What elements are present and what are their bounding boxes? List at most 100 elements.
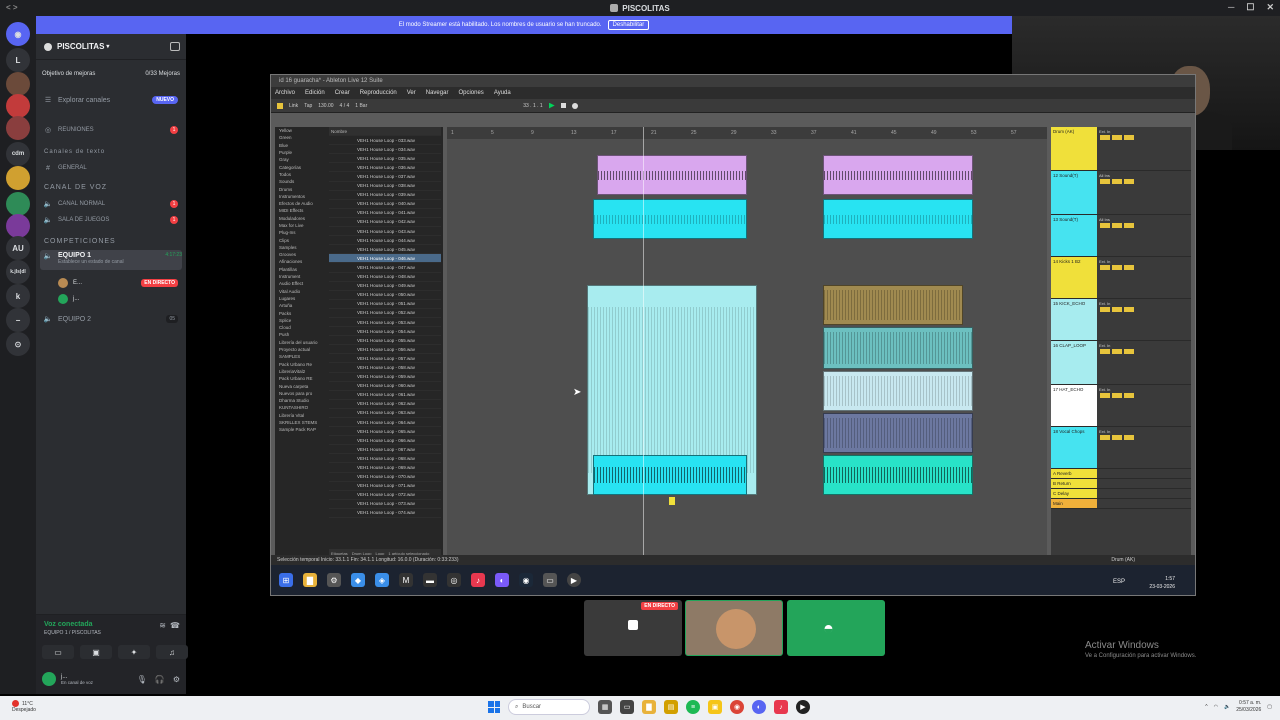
file-list-item[interactable]: VEH1 House Loop - 067.wav xyxy=(329,445,441,455)
files-column-header[interactable]: Nombre xyxy=(329,127,441,137)
track-toggle-button[interactable] xyxy=(1124,307,1134,312)
windows-start-icon[interactable]: ⊞ xyxy=(279,573,293,587)
live-icon[interactable]: ▬ xyxy=(423,573,437,587)
server-kjlsdl[interactable]: k.jls|dl xyxy=(6,260,30,284)
mixer-track[interactable]: Drum (AK) Ext. In xyxy=(1051,127,1191,171)
discord-home-icon[interactable]: ◉ xyxy=(6,22,30,46)
file-list-item[interactable]: VEH1 House Loop - 033.wav xyxy=(329,136,441,146)
browser-place-item[interactable]: Efectos de Audio xyxy=(275,200,327,207)
time-signature[interactable]: 4 / 4 xyxy=(340,103,350,109)
menu-reproduccion[interactable]: Reproducción xyxy=(360,90,397,96)
volume-icon[interactable]: 🔈 xyxy=(1224,704,1230,710)
widgets-icon[interactable]: ▦ xyxy=(598,700,612,714)
audio-clip[interactable] xyxy=(823,413,973,453)
return-track[interactable]: C Delay xyxy=(1051,489,1191,499)
disable-streamer-button[interactable]: Deshabilitar xyxy=(607,20,650,30)
voice-channel-path[interactable]: EQUIPO 1 / PISCOLITAS xyxy=(44,630,101,636)
input-routing[interactable]: Ext. In xyxy=(1099,429,1110,434)
return-track[interactable]: Main xyxy=(1051,499,1191,509)
settings-icon[interactable]: ⚙ xyxy=(173,675,180,684)
m-icon[interactable]: M xyxy=(399,573,413,587)
menu-crear[interactable]: Crear xyxy=(335,90,350,96)
headphones-icon[interactable]: 🎧 xyxy=(155,675,165,684)
nav-arrows[interactable]: < > xyxy=(6,3,18,12)
browser-place-item[interactable]: Yellow xyxy=(275,127,327,134)
music-app-icon[interactable]: ♪ xyxy=(471,573,485,587)
file-list-item[interactable]: VEH1 House Loop - 057.wav xyxy=(329,354,441,364)
file-list-item[interactable]: VEH1 House Loop - 069.wav xyxy=(329,463,441,473)
track-toggle-button[interactable] xyxy=(1112,435,1122,440)
file-list-item[interactable]: VEH1 House Loop - 050.wav xyxy=(329,291,441,300)
mixer-track[interactable]: 15 KICK_ECHO Ext. In xyxy=(1051,299,1191,341)
menu-edicion[interactable]: Edición xyxy=(305,90,325,96)
steam-icon[interactable]: ◉ xyxy=(519,573,533,587)
browser-place-item[interactable]: Categorías xyxy=(275,163,327,170)
browser-place-item[interactable]: Gray xyxy=(275,156,327,163)
link-button[interactable]: Link xyxy=(289,103,298,109)
voice-member[interactable]: E... EN DIRECTO xyxy=(58,277,178,289)
tap-button[interactable]: Tap xyxy=(304,103,312,109)
mixer-track[interactable]: 13 Sound(T) All Ins xyxy=(1051,215,1191,257)
track-toggle-button[interactable] xyxy=(1100,265,1110,270)
track-toggle-button[interactable] xyxy=(1112,307,1122,312)
track-name[interactable]: 16 CLAP_LOOP xyxy=(1051,341,1097,384)
track-toggle-button[interactable] xyxy=(1100,435,1110,440)
minimize-icon[interactable]: ─ xyxy=(1228,2,1234,13)
music-app-icon[interactable]: ♪ xyxy=(774,700,788,714)
file-list-item[interactable]: VEH1 House Loop - 070.wav xyxy=(329,473,441,482)
input-routing[interactable]: Ext. In xyxy=(1099,343,1110,348)
shared-screen-ableton[interactable]: id 16 guaracha* - Ableton Live 12 Suite … xyxy=(270,74,1196,596)
input-routing[interactable]: Ext. In xyxy=(1099,129,1110,134)
browser-place-item[interactable]: Clips xyxy=(275,236,327,243)
server-avatar-1[interactable] xyxy=(6,72,30,96)
menu-ayuda[interactable]: Ayuda xyxy=(494,90,511,96)
channel-sala-juegos[interactable]: 🔈 SALA DE JUEGOS 1 xyxy=(44,214,178,226)
boost-goal[interactable]: Objetivo de mejoras 0/33 Mejoras xyxy=(42,67,180,81)
close-icon[interactable]: ✕ xyxy=(1266,2,1274,13)
browser-place-item[interactable]: Proyecto actual xyxy=(275,346,327,353)
server-header[interactable]: PISCOLITAS ▾ xyxy=(36,34,186,60)
file-list-item[interactable]: VEH1 House Loop - 042.wav xyxy=(329,218,441,228)
browser-place-item[interactable]: Samples xyxy=(275,244,327,251)
chrome-icon[interactable]: ◉ xyxy=(730,700,744,714)
return-track[interactable]: B Return xyxy=(1051,479,1191,489)
quantize-menu[interactable]: 1 Bar xyxy=(355,103,367,109)
audio-clip[interactable] xyxy=(823,371,973,411)
server-avatar-6[interactable] xyxy=(6,214,30,238)
track-toggle-button[interactable] xyxy=(1124,223,1134,228)
notification-icon[interactable]: ▢ xyxy=(1267,704,1272,710)
arrangement-view[interactable]: 1 5 9 13 17 21 25 29 33 37 41 45 49 53 57 ➤ xyxy=(447,127,1047,557)
discord-icon[interactable]: ◐ xyxy=(495,573,509,587)
bpm-field[interactable]: 130.00 xyxy=(318,103,333,109)
browser-place-item[interactable]: SKRILLEX STEMS xyxy=(275,419,327,426)
folder-icon[interactable]: ▇ xyxy=(642,700,656,714)
tray-chevron-icon[interactable]: ^ xyxy=(1205,704,1207,710)
file-list-item[interactable]: VEH1 House Loop - 049.wav xyxy=(329,282,441,291)
invite-icon[interactable] xyxy=(170,42,180,51)
track-name[interactable]: 13 Sound(T) xyxy=(1051,215,1097,256)
metronome-icon[interactable] xyxy=(277,102,283,109)
audio-clip[interactable] xyxy=(823,285,963,325)
folder-icon[interactable]: ▇ xyxy=(303,573,317,587)
menu-ver[interactable]: Ver xyxy=(407,90,416,96)
track-toggle-button[interactable] xyxy=(1112,393,1122,398)
track-toggle-button[interactable] xyxy=(1124,265,1134,270)
activities-button[interactable]: ✦ xyxy=(118,645,150,659)
mixer-track[interactable]: 18 Vocal Chops Ext. In xyxy=(1051,427,1191,469)
browser-place-item[interactable]: Artuña xyxy=(275,302,327,309)
file-list-item[interactable]: VEH1 House Loop - 074.wav xyxy=(329,509,441,519)
input-routing[interactable]: Ext. In xyxy=(1099,387,1110,392)
file-list-item[interactable]: VEH1 House Loop - 037.wav xyxy=(329,172,441,182)
browser-place-item[interactable]: Instrumentos xyxy=(275,193,327,200)
mixer-track[interactable]: 17 HAT_ECHO Ext. In xyxy=(1051,385,1191,427)
file-list-item[interactable]: VEH1 House Loop - 073.wav xyxy=(329,500,441,509)
input-routing[interactable]: All Ins xyxy=(1099,173,1110,178)
media-player-icon[interactable]: ▶ xyxy=(567,573,581,587)
file-list-item[interactable]: VEH1 House Loop - 060.wav xyxy=(329,382,441,391)
language-indicator[interactable]: ESP xyxy=(1113,579,1125,585)
browser-place-item[interactable]: Instrument xyxy=(275,273,327,280)
return-track[interactable]: A Reverb xyxy=(1051,469,1191,479)
track-name[interactable]: 14 Kicks 1 B2 xyxy=(1051,257,1097,298)
stream-tile-user[interactable] xyxy=(685,600,783,656)
track-toggle-button[interactable] xyxy=(1124,393,1134,398)
